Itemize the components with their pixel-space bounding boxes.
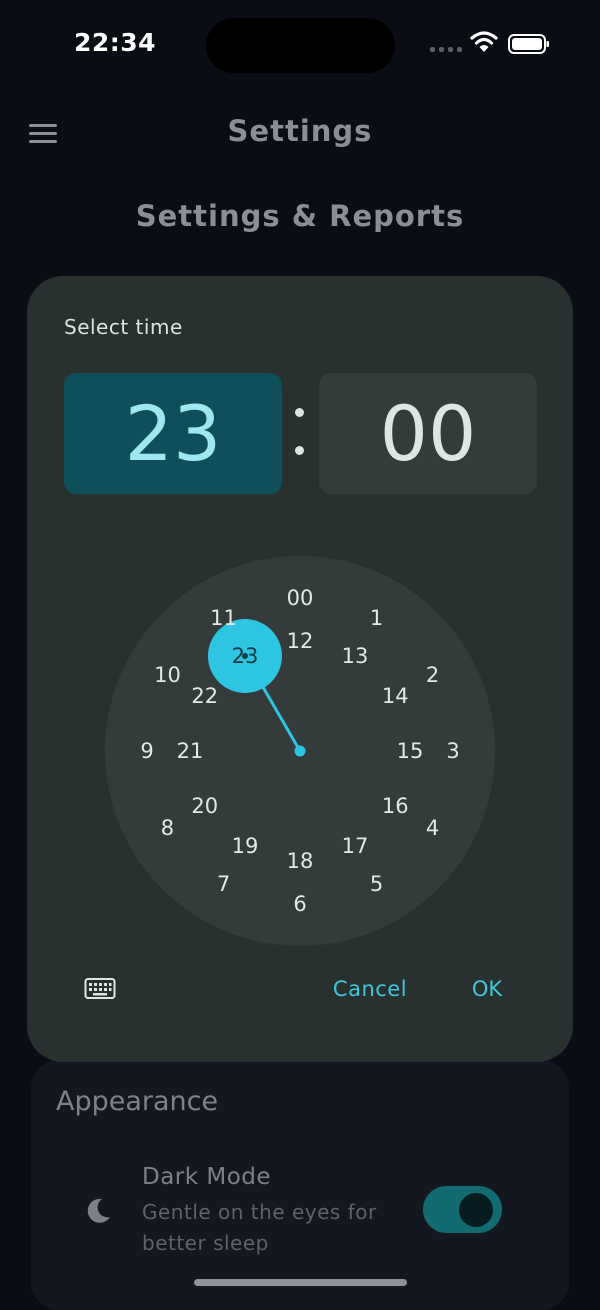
dialog-label: Select time bbox=[64, 315, 183, 339]
signal-icon bbox=[430, 44, 462, 52]
clock-number-9[interactable]: 9 bbox=[123, 736, 171, 766]
home-indicator bbox=[194, 1279, 407, 1286]
clock-number-00[interactable]: 00 bbox=[276, 583, 324, 613]
clock-number-11[interactable]: 11 bbox=[200, 603, 248, 633]
clock-number-13[interactable]: 13 bbox=[331, 641, 379, 671]
cancel-button[interactable]: Cancel bbox=[320, 974, 420, 1004]
clock-number-19[interactable]: 19 bbox=[221, 831, 269, 861]
hour-value: 23 bbox=[124, 389, 222, 478]
moon-icon bbox=[87, 1198, 110, 1223]
section-title: Settings & Reports bbox=[135, 199, 465, 233]
clock-number-22[interactable]: 22 bbox=[181, 681, 229, 711]
battery-icon bbox=[508, 34, 549, 54]
clock-number-20[interactable]: 20 bbox=[181, 791, 229, 821]
clock-number-6[interactable]: 6 bbox=[276, 889, 324, 919]
toggle-knob bbox=[459, 1193, 493, 1227]
appearance-title: Appearance bbox=[56, 1086, 219, 1117]
dynamic-island bbox=[206, 18, 395, 73]
clock-number-21[interactable]: 21 bbox=[166, 736, 214, 766]
dark-mode-description: Gentle on the eyes for better sleep bbox=[142, 1200, 377, 1255]
clock-number-16[interactable]: 16 bbox=[371, 791, 419, 821]
clock-number-7[interactable]: 7 bbox=[200, 869, 248, 899]
app-title: Settings bbox=[227, 114, 373, 148]
minute-value: 00 bbox=[379, 389, 477, 478]
keyboard-icon[interactable] bbox=[84, 977, 116, 1001]
time-separator bbox=[288, 394, 312, 470]
clock-number-1[interactable]: 1 bbox=[353, 603, 401, 633]
ok-button[interactable]: OK bbox=[460, 974, 514, 1004]
clock-number-17[interactable]: 17 bbox=[331, 831, 379, 861]
clock-number-5[interactable]: 5 bbox=[353, 869, 401, 899]
clock-number-15[interactable]: 15 bbox=[386, 736, 434, 766]
clock-number-3[interactable]: 3 bbox=[429, 736, 477, 766]
wifi-icon bbox=[470, 31, 498, 52]
clock-number-23[interactable]: 23 bbox=[221, 641, 269, 671]
clock-number-12[interactable]: 12 bbox=[276, 626, 324, 656]
clock-number-18[interactable]: 18 bbox=[276, 846, 324, 876]
clock-numbers: 00 1 2 3 4 5 6 7 8 9 10 11 12 13 14 15 16 17 18 19 20 21 22 23 bbox=[105, 556, 495, 946]
clock-number-14[interactable]: 14 bbox=[371, 681, 419, 711]
status-time: 22:34 bbox=[74, 28, 157, 57]
dark-mode-label: Dark Mode bbox=[142, 1164, 272, 1190]
